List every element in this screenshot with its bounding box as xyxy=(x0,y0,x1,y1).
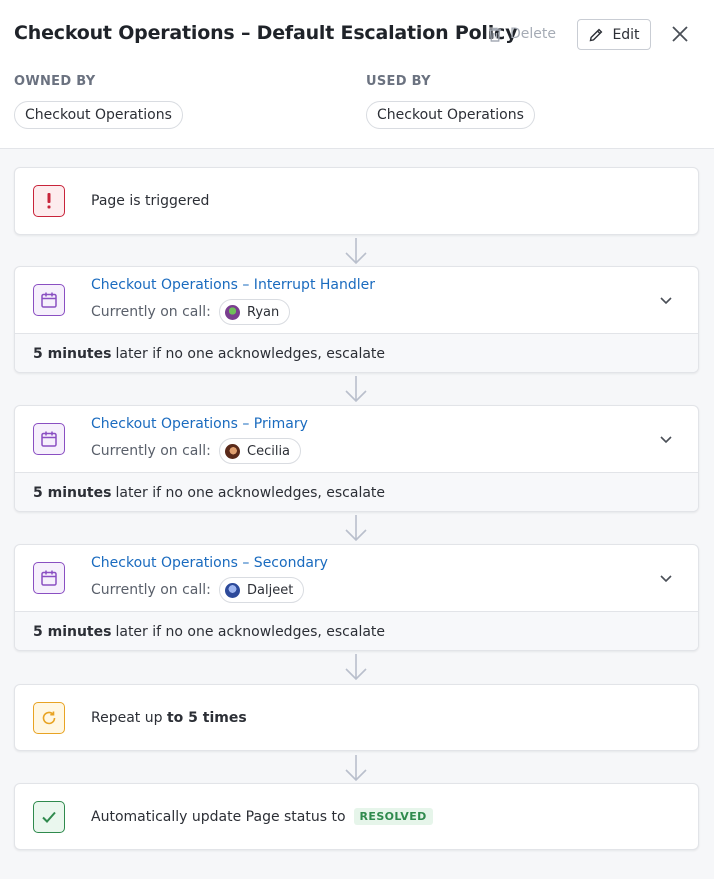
owned-by-label: OWNED BY xyxy=(14,74,96,89)
delay-duration: 5 minutes xyxy=(33,484,112,501)
owned-by-team-pill[interactable]: Checkout Operations xyxy=(14,101,183,129)
oncall-user-pill[interactable]: Cecilia xyxy=(219,438,302,464)
delete-label: Delete xyxy=(510,26,556,42)
chevron-down-icon[interactable] xyxy=(658,292,674,308)
flow-arrow-down-icon xyxy=(345,755,367,782)
used-by-label: USED BY xyxy=(366,74,431,89)
oncall-user-name: Daljeet xyxy=(247,582,294,598)
avatar xyxy=(225,443,240,459)
pencil-icon xyxy=(590,28,603,41)
delay-description: later if no one acknowledges, escalate xyxy=(115,345,386,362)
used-by-team-pill[interactable]: Checkout Operations xyxy=(366,101,535,129)
oncall-label: Currently on call: xyxy=(91,582,211,598)
flow-arrow-down-icon xyxy=(345,238,367,265)
check-icon xyxy=(33,801,65,833)
repeat-icon xyxy=(33,702,65,734)
resolve-card: Automatically update Page status to RESOL… xyxy=(14,783,699,850)
escalation-step-1: Checkout Operations – Interrupt Handler … xyxy=(14,266,699,373)
avatar xyxy=(225,304,240,320)
status-badge: RESOLVED xyxy=(353,808,433,825)
oncall-user-pill[interactable]: Ryan xyxy=(219,299,291,325)
escalation-step-2: Checkout Operations – Primary Currently … xyxy=(14,405,699,512)
repeat-text: Repeat up to 5 times xyxy=(91,710,247,726)
delay-duration: 5 minutes xyxy=(33,345,112,362)
flow-arrow-down-icon xyxy=(345,376,367,403)
chevron-down-icon[interactable] xyxy=(658,570,674,586)
trigger-text: Page is triggered xyxy=(91,193,210,209)
close-icon xyxy=(672,26,688,42)
escalation-delay: 5 minutes later if no one acknowledges, … xyxy=(15,333,698,372)
calendar-icon xyxy=(33,423,65,455)
resolve-description: Automatically update Page status to xyxy=(91,809,346,825)
flow-arrow-down-icon xyxy=(345,515,367,542)
repeat-prefix: Repeat up xyxy=(91,710,163,726)
calendar-icon xyxy=(33,562,65,594)
chevron-down-icon[interactable] xyxy=(658,431,674,447)
calendar-icon xyxy=(33,284,65,316)
rota-link[interactable]: Checkout Operations – Primary xyxy=(91,416,308,432)
flow-arrow-down-icon xyxy=(345,654,367,681)
delay-description: later if no one acknowledges, escalate xyxy=(115,484,386,501)
escalation-delay: 5 minutes later if no one acknowledges, … xyxy=(15,611,698,650)
trigger-card: Page is triggered xyxy=(14,167,699,235)
edit-label: Edit xyxy=(612,26,640,43)
oncall-user-name: Cecilia xyxy=(247,443,291,459)
alert-icon xyxy=(33,185,65,217)
delay-description: later if no one acknowledges, escalate xyxy=(115,623,386,640)
trash-icon xyxy=(489,27,501,42)
rota-link[interactable]: Checkout Operations – Interrupt Handler xyxy=(91,277,375,293)
edit-button[interactable]: Edit xyxy=(577,19,651,50)
oncall-user-pill[interactable]: Daljeet xyxy=(219,577,305,603)
delay-duration: 5 minutes xyxy=(33,623,112,640)
policy-header: Checkout Operations – Default Escalation… xyxy=(0,0,714,149)
oncall-user-name: Ryan xyxy=(247,304,280,320)
close-button[interactable] xyxy=(668,22,692,46)
escalation-step-3: Checkout Operations – Secondary Currentl… xyxy=(14,544,699,651)
oncall-label: Currently on call: xyxy=(91,304,211,320)
repeat-card: Repeat up to 5 times xyxy=(14,684,699,751)
delete-button[interactable]: Delete xyxy=(487,22,556,46)
oncall-label: Currently on call: xyxy=(91,443,211,459)
escalation-delay: 5 minutes later if no one acknowledges, … xyxy=(15,472,698,511)
rota-link[interactable]: Checkout Operations – Secondary xyxy=(91,555,328,571)
avatar xyxy=(225,582,240,598)
page-title: Checkout Operations – Default Escalation… xyxy=(14,22,518,44)
repeat-count: to 5 times xyxy=(166,710,247,726)
resolve-text: Automatically update Page status to RESOL… xyxy=(91,808,433,825)
